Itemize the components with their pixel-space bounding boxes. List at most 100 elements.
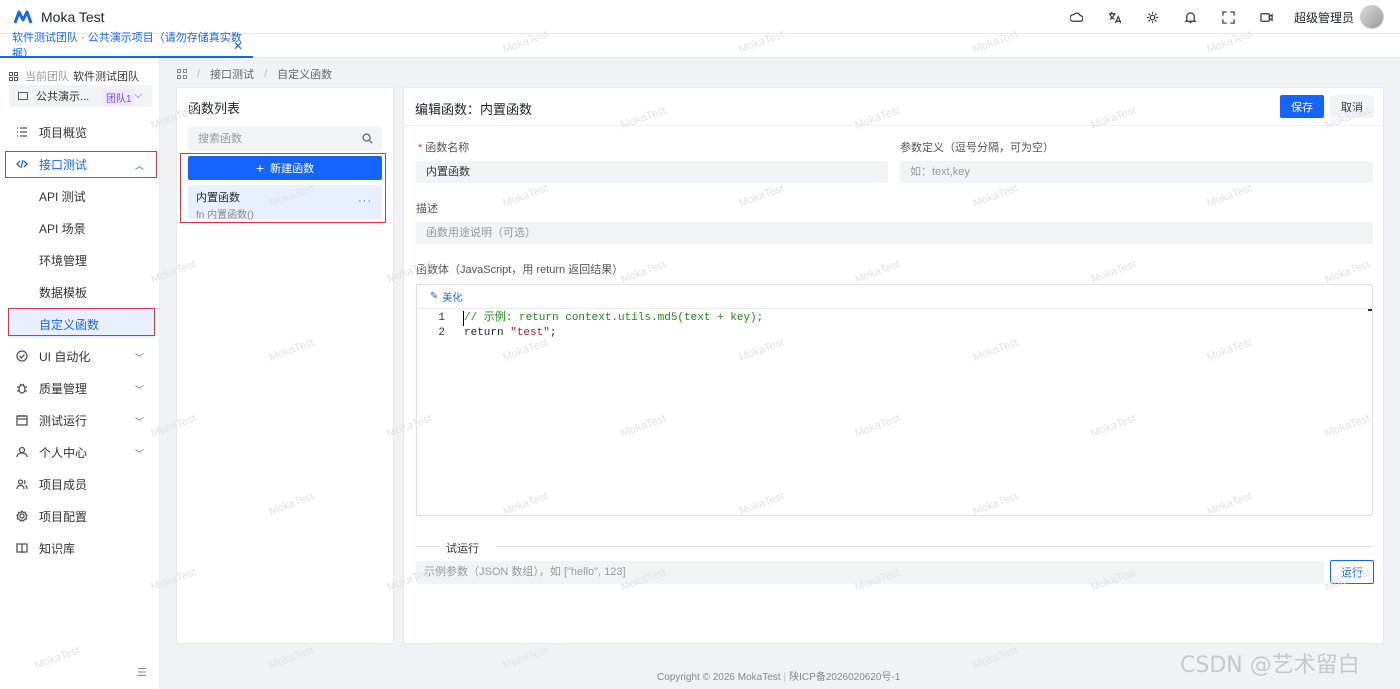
sidebar-item-members[interactable]: 项目成员 bbox=[0, 468, 160, 500]
sidebar-item-api-scenario[interactable]: API 场景 bbox=[0, 212, 160, 244]
team-prefix: 当前团队 bbox=[25, 71, 69, 83]
breadcrumb: / 接口测试 / 自定义函数 bbox=[177, 66, 332, 82]
check-circle-icon bbox=[16, 350, 28, 362]
description-label: 描述 bbox=[416, 203, 438, 215]
sidebar-item-label: 自定义函数 bbox=[39, 317, 100, 332]
highlight-box-function-list bbox=[180, 153, 386, 223]
function-name-label: * 函数名称 bbox=[418, 139, 469, 155]
avatar[interactable] bbox=[1360, 5, 1384, 29]
video-icon[interactable] bbox=[1248, 0, 1286, 34]
sidebar-item-label: 项目概览 bbox=[39, 125, 88, 140]
chevron-down-icon: ﹀ bbox=[134, 385, 144, 395]
sidebar-item-ui-automation[interactable]: UI 自动化 ﹀ bbox=[0, 340, 160, 372]
theme-sun-icon[interactable] bbox=[1134, 0, 1172, 34]
sidebar-item-label: 数据模板 bbox=[39, 285, 88, 300]
breadcrumb-separator: / bbox=[264, 68, 268, 80]
watermark-text: MokaTest bbox=[971, 644, 1020, 672]
line-number: 2 bbox=[438, 327, 445, 339]
sidebar-item-label: 环境管理 bbox=[39, 253, 88, 268]
fullscreen-icon[interactable] bbox=[1210, 0, 1248, 34]
code-line: 2 return "test"; bbox=[417, 326, 1372, 341]
project-name: 公共演示... bbox=[36, 91, 90, 103]
sidebar-item-label: 个人中心 bbox=[39, 445, 88, 460]
required-mark: * bbox=[418, 142, 423, 154]
code-editor[interactable]: ✎ 美化 1 // 示例: return context.utils.md5(t… bbox=[416, 284, 1373, 516]
function-body-label: 函数体（JavaScript，用 return 返回结果） bbox=[416, 264, 624, 276]
beautify-button[interactable]: 美化 bbox=[442, 289, 462, 304]
run-button[interactable]: 运行 bbox=[1330, 560, 1374, 584]
list-icon bbox=[16, 126, 28, 138]
sidebar-item-label: API 场景 bbox=[39, 221, 86, 236]
sidebar-menu: 项目概览 接口测试 ︿ API 测试 API 场景 环境管理 数据模板 自定义函… bbox=[0, 116, 160, 564]
grid-icon[interactable] bbox=[177, 69, 187, 79]
divider bbox=[496, 546, 1373, 547]
line-number: 1 bbox=[438, 312, 445, 324]
chevron-down-icon: ﹀ bbox=[134, 353, 144, 363]
sidebar-item-personal[interactable]: 个人中心 ﹀ bbox=[0, 436, 160, 468]
icp-link[interactable]: 陕ICP备2026020620号-1 bbox=[789, 672, 900, 683]
sidebar-item-label: 项目配置 bbox=[39, 509, 88, 524]
app-logo[interactable]: Moka Test bbox=[14, 9, 105, 25]
chevron-down-icon: ﹀ bbox=[134, 449, 144, 459]
project-select[interactable]: 公共演示... 团队1 ⌵ bbox=[9, 85, 152, 107]
sidebar-item-knowledge[interactable]: 知识库 bbox=[0, 532, 160, 564]
sidebar-item-quality[interactable]: 质量管理 ﹀ bbox=[0, 372, 160, 404]
book-icon bbox=[16, 542, 28, 554]
bug-icon bbox=[16, 382, 28, 394]
username[interactable]: 超级管理员 bbox=[1294, 9, 1354, 26]
search-icon bbox=[362, 133, 373, 144]
params-field[interactable]: 如：text,key bbox=[900, 161, 1373, 183]
sidebar-item-environment[interactable]: 环境管理 bbox=[0, 244, 160, 276]
chevron-down-icon: ⌵ bbox=[134, 90, 142, 101]
breadcrumb-item[interactable]: 接口测试 bbox=[210, 66, 254, 82]
search-placeholder: 搜索函数 bbox=[198, 133, 242, 145]
sidebar-item-test-run[interactable]: 测试运行 ﹀ bbox=[0, 404, 160, 436]
divider bbox=[404, 125, 1383, 126]
translate-icon[interactable] bbox=[1096, 0, 1134, 34]
watermark-text: MokaTest bbox=[501, 644, 550, 672]
function-name-field[interactable]: 内置函数 bbox=[416, 161, 888, 183]
code-comment: // 示例: return context.utils.md5(text + k… bbox=[464, 312, 764, 324]
sidebar-item-label: 接口测试 bbox=[39, 157, 88, 172]
tab-label: 软件测试团队 · 公共演示项目（请勿存储真实数据） bbox=[12, 32, 242, 60]
sidebar-item-api-test[interactable]: API 测试 bbox=[0, 180, 160, 212]
try-params-input[interactable]: 示例参数（JSON 数组），如 ["hello", 123] bbox=[416, 561, 1324, 584]
save-button[interactable]: 保存 bbox=[1280, 95, 1324, 118]
users-icon bbox=[16, 478, 28, 490]
collapse-menu-icon[interactable]: ☰ bbox=[137, 666, 149, 679]
editor-title: 编辑函数：内置函数 bbox=[415, 102, 533, 117]
team-name: 软件测试团队 bbox=[73, 71, 139, 83]
search-input[interactable]: 搜索函数 bbox=[188, 127, 382, 151]
bell-icon[interactable] bbox=[1172, 0, 1210, 34]
project-badge: 团队1 bbox=[103, 89, 135, 106]
close-icon[interactable]: ✕ bbox=[233, 39, 243, 53]
breadcrumb-item-current: 自定义函数 bbox=[277, 69, 333, 81]
footer: Copyright © 2026 MokaTest | 陕ICP备202602062… bbox=[657, 672, 901, 683]
sidebar-item-label: UI 自动化 bbox=[39, 349, 91, 364]
user-icon bbox=[16, 446, 28, 458]
sidebar-item-label: 项目成员 bbox=[39, 477, 88, 492]
tab-project[interactable]: 软件测试团队 · 公共演示项目（请勿存储真实数据） ✕ bbox=[0, 32, 253, 60]
code-toolbar: ✎ 美化 bbox=[417, 285, 1372, 309]
breadcrumb-separator: / bbox=[197, 68, 201, 80]
brush-icon: ✎ bbox=[430, 291, 439, 302]
sidebar-item-settings[interactable]: 项目配置 bbox=[0, 500, 160, 532]
sidebar-item-label: 测试运行 bbox=[39, 413, 88, 428]
sidebar-item-label: 知识库 bbox=[39, 541, 76, 556]
cancel-button[interactable]: 取消 bbox=[1330, 95, 1374, 118]
cloud-icon[interactable] bbox=[1058, 0, 1096, 34]
sidebar-item-data-template[interactable]: 数据模板 bbox=[0, 276, 160, 308]
description-field[interactable]: 函数用途说明（可选） bbox=[416, 222, 1373, 244]
sidebar-item-overview[interactable]: 项目概览 bbox=[0, 116, 160, 148]
code-statement: return "test"; bbox=[464, 327, 557, 339]
sidebar-item-label: 质量管理 bbox=[39, 381, 88, 396]
try-run-label: 试运行 bbox=[446, 543, 479, 555]
tab-bar: 软件测试团队 · 公共演示项目（请勿存储真实数据） ✕ bbox=[0, 32, 1400, 60]
watermark-text: MokaTest bbox=[267, 644, 316, 672]
current-team: 当前团队 软件测试团队 bbox=[9, 68, 139, 84]
copyright: Copyright © 2026 MokaTest bbox=[657, 672, 781, 683]
function-name-label-text: 函数名称 bbox=[425, 142, 470, 154]
gear-icon bbox=[16, 509, 28, 522]
sidebar-item-label: API 测试 bbox=[39, 189, 86, 204]
app-title: Moka Test bbox=[41, 8, 105, 25]
